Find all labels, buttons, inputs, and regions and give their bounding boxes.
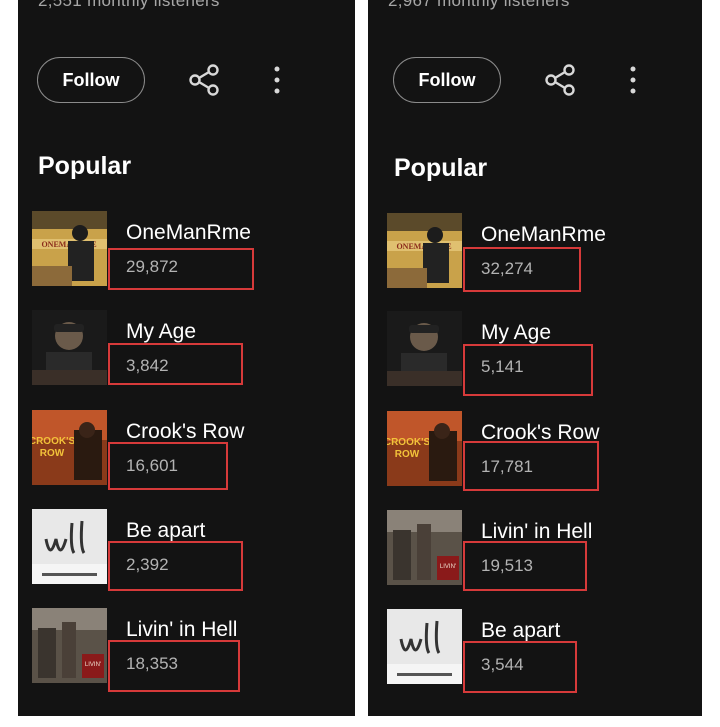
highlight-box [463,441,599,491]
track-row[interactable]: My Age 3,842 [32,310,352,386]
follow-button[interactable]: Follow [37,57,145,103]
popular-heading: Popular [38,152,132,180]
track-title: Livin' in Hell [126,618,238,641]
track-title: My Age [126,320,197,343]
track-row[interactable]: Livin' in Hell 19,513 [387,510,702,591]
track-row[interactable]: My Age 5,141 [387,311,702,396]
album-art [32,410,107,485]
track-title: Crook's Row [126,420,245,443]
highlight-box [463,344,593,396]
highlight-box [108,442,228,490]
more-vertical-icon[interactable] [626,64,640,96]
highlight-box [108,248,254,290]
track-row[interactable]: Crook's Row 16,601 [32,410,352,490]
track-row[interactable]: Crook's Row 17,781 [387,411,702,491]
highlight-box [108,541,243,591]
album-art [387,411,462,486]
artist-screen-left: 2,551 monthly listeners Follow Popular O… [18,0,355,716]
share-icon[interactable] [186,62,222,98]
share-icon[interactable] [542,62,578,98]
artist-screen-right: 2,967 monthly listeners Follow Popular O… [368,0,702,716]
album-art [32,211,107,286]
monthly-listeners: 2,551 monthly listeners [38,0,220,10]
album-art [32,509,107,584]
album-art [387,510,462,585]
album-art [32,310,107,385]
track-title: My Age [481,321,552,344]
highlight-box [463,641,577,693]
album-art [32,608,107,683]
popular-heading: Popular [394,154,488,182]
track-row[interactable]: OneManRme 29,872 [32,211,352,290]
more-vertical-icon[interactable] [270,64,284,96]
album-art [387,213,462,288]
monthly-listeners: 2,967 monthly listeners [388,0,570,10]
track-row[interactable]: Be apart 2,392 [32,509,352,591]
highlight-box [463,541,587,591]
track-row[interactable]: OneManRme 32,274 [387,213,702,292]
highlight-box [108,343,243,385]
track-title: Be apart [126,519,206,542]
album-art [387,311,462,386]
follow-button[interactable]: Follow [393,57,501,103]
track-title: Be apart [481,619,561,642]
track-row[interactable]: Livin' in Hell 18,353 [32,608,352,692]
track-row[interactable]: Be apart 3,544 [387,609,702,693]
track-title: OneManRme [481,223,606,246]
highlight-box [463,247,581,292]
track-title: OneManRme [126,221,251,244]
highlight-box [108,640,240,692]
album-art [387,609,462,684]
